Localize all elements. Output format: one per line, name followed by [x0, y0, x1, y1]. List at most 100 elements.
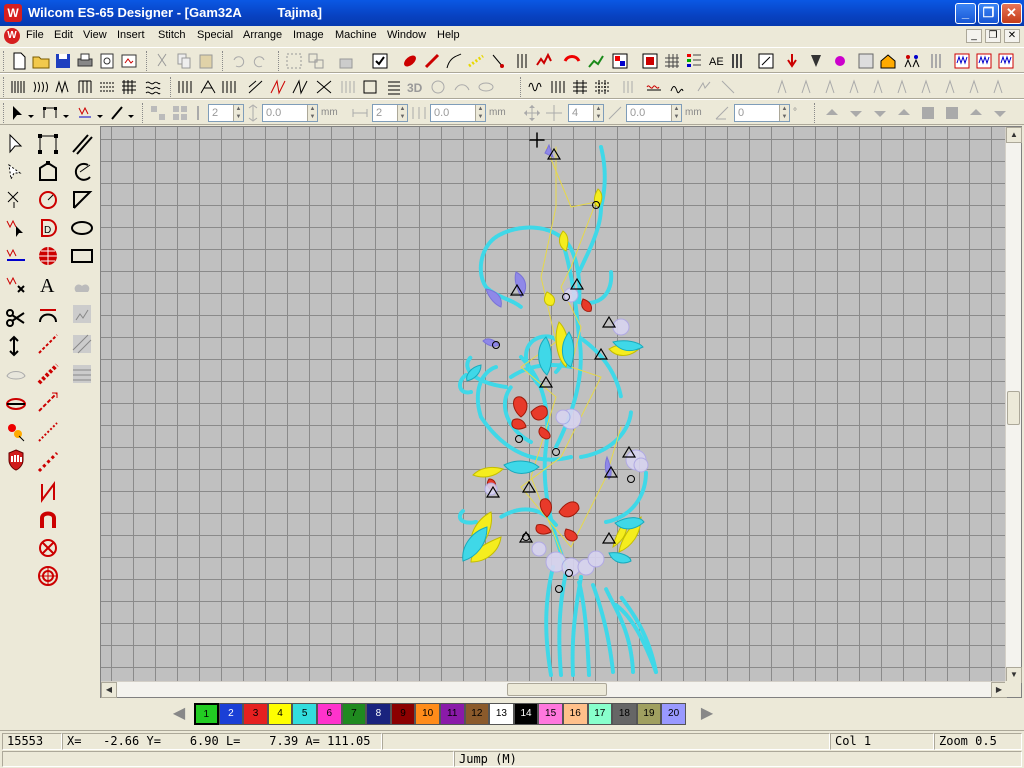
hoop-icon[interactable] — [756, 51, 776, 71]
scroll-left-button[interactable]: ◀ — [101, 682, 117, 698]
stitch-select-icon[interactable] — [4, 216, 28, 240]
fill-outline-b-icon[interactable] — [198, 77, 218, 97]
stitch-chart-icon[interactable] — [586, 51, 606, 71]
corner-shape-icon[interactable] — [70, 188, 94, 212]
ungroup-icon[interactable] — [306, 51, 326, 71]
color-change-icon[interactable] — [830, 51, 850, 71]
doc-minimize-button[interactable]: _ — [966, 29, 982, 43]
scissors-icon[interactable] — [4, 306, 28, 330]
print-icon[interactable] — [75, 51, 95, 71]
transform-b-icon[interactable] — [846, 103, 866, 123]
color-swatch-6[interactable]: 6 — [316, 703, 342, 725]
color-swatch-19[interactable]: 19 — [636, 703, 662, 725]
color-swatch-17[interactable]: 17 — [587, 703, 613, 725]
move-stitch-icon[interactable] — [4, 334, 28, 358]
run-stitch-i-icon[interactable] — [718, 77, 738, 97]
doc-restore-button[interactable]: ❐ — [985, 29, 1001, 43]
transform-c-icon[interactable] — [870, 103, 890, 123]
arc-icon[interactable] — [70, 160, 94, 184]
circle-digitize-icon[interactable] — [36, 188, 60, 212]
color-swatch-2[interactable]: 2 — [218, 703, 244, 725]
effect-i-icon[interactable] — [452, 77, 472, 97]
palette-next-button[interactable]: ▶ — [696, 703, 718, 725]
draw-dropdown-icon[interactable] — [108, 103, 138, 123]
menu-stitch[interactable]: Stitch — [158, 29, 186, 41]
height-icon[interactable] — [246, 103, 260, 123]
menu-arrange[interactable]: Arrange — [243, 29, 282, 41]
trace-icon[interactable] — [4, 392, 28, 416]
color-swatch-5[interactable]: 5 — [292, 703, 317, 725]
effect-h-icon[interactable] — [428, 77, 448, 97]
menu-window[interactable]: Window — [387, 29, 426, 41]
fill-outline-a-icon[interactable] — [176, 77, 196, 97]
restore-button[interactable]: ❐ — [978, 3, 999, 24]
transform-e-icon[interactable] — [918, 103, 938, 123]
toolbar-grip[interactable] — [222, 51, 225, 71]
toolbar-grip[interactable] — [520, 77, 523, 97]
move-icon[interactable] — [522, 103, 542, 123]
home-icon[interactable] — [878, 51, 898, 71]
toolbar-grip[interactable] — [814, 103, 817, 123]
select-object-icon[interactable] — [4, 188, 28, 212]
menu-machine[interactable]: Machine — [335, 29, 377, 41]
select-arrow-icon[interactable] — [4, 132, 28, 156]
app-logo-icon[interactable]: W — [4, 4, 22, 22]
column-stitch-icon[interactable] — [75, 77, 95, 97]
lettering-baseline-6-icon[interactable] — [894, 77, 914, 97]
print-preview-icon[interactable] — [97, 51, 117, 71]
vertical-scroll-thumb[interactable] — [1007, 391, 1020, 425]
save-icon[interactable] — [53, 51, 73, 71]
transform-a-icon[interactable] — [822, 103, 842, 123]
rectangle-icon[interactable] — [70, 244, 94, 268]
h-gap-icon[interactable] — [410, 103, 428, 123]
stem-stitch-icon[interactable] — [36, 420, 60, 444]
photo-stitch-icon[interactable] — [70, 302, 94, 326]
picture-icon[interactable] — [640, 51, 660, 71]
stitch-delete-icon[interactable] — [4, 272, 28, 296]
stitch-edit-dropdown-icon[interactable] — [76, 103, 106, 123]
polygon-select-icon[interactable] — [4, 160, 28, 184]
triple-run-icon[interactable] — [36, 362, 60, 386]
select-arrow-dropdown-icon[interactable] — [9, 103, 37, 123]
color-swatch-15[interactable]: 15 — [538, 703, 563, 725]
needle-down-icon[interactable] — [782, 51, 802, 71]
show-needle-points-icon[interactable] — [466, 51, 486, 71]
grid-icon[interactable] — [662, 51, 682, 71]
redo-icon[interactable] — [250, 51, 270, 71]
menu-view[interactable]: View — [83, 29, 107, 41]
color-swatch-10[interactable]: 10 — [415, 703, 440, 725]
distribute-icon[interactable] — [170, 103, 190, 123]
run-stitch-g-icon[interactable] — [668, 77, 688, 97]
move-gap-icon[interactable] — [606, 103, 624, 123]
stop-hand-icon[interactable] — [4, 448, 28, 472]
reshape-object-icon[interactable] — [36, 132, 60, 156]
run-stitch-f-icon[interactable] — [644, 77, 664, 97]
globe-fill-icon[interactable] — [36, 244, 60, 268]
effect-f-icon[interactable] — [360, 77, 380, 97]
3d-icon[interactable]: 3D — [406, 77, 426, 97]
properties-icon[interactable] — [856, 51, 876, 71]
pattern-fill-icon[interactable] — [97, 77, 117, 97]
zigzag-stitch-icon[interactable] — [53, 77, 73, 97]
lettering-baseline-8-icon[interactable] — [942, 77, 962, 97]
menu-file[interactable]: File — [26, 29, 44, 41]
fill-icon[interactable] — [562, 51, 582, 71]
lettering-baseline-7-icon[interactable] — [918, 77, 938, 97]
effect-e-icon[interactable] — [338, 77, 358, 97]
move-step-icon[interactable] — [544, 103, 564, 123]
gradient-fill-icon[interactable] — [70, 362, 94, 386]
design-canvas[interactable] — [101, 127, 1007, 683]
feather-stitch-icon[interactable] — [36, 450, 60, 474]
toolbar-grip[interactable] — [170, 77, 173, 97]
colorway-icon[interactable] — [610, 51, 630, 71]
color-swatch-3[interactable]: 3 — [243, 703, 268, 725]
effect-g-icon[interactable] — [384, 77, 404, 97]
outline-shape-icon[interactable] — [36, 160, 60, 184]
show-connectors-icon[interactable] — [444, 51, 464, 71]
team-icon[interactable] — [902, 51, 922, 71]
satin-stitch-icon[interactable] — [9, 77, 29, 97]
color-swatch-12[interactable]: 12 — [464, 703, 490, 725]
color-list-icon[interactable] — [684, 51, 704, 71]
run-line-icon[interactable] — [36, 332, 60, 356]
run-stitch-b-icon[interactable] — [548, 77, 568, 97]
